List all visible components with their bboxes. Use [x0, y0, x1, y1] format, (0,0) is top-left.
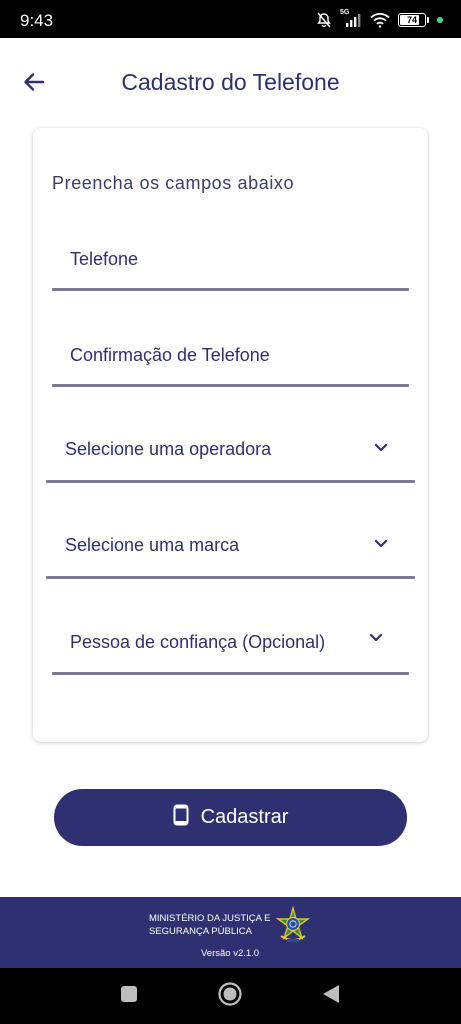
- phone-field-label: Telefone: [70, 249, 139, 269]
- brand-select[interactable]: Selecione uma marca: [46, 514, 415, 579]
- submit-button[interactable]: Cadastrar: [54, 789, 407, 846]
- battery-tip: [427, 17, 429, 23]
- carrier-select-underline: [46, 480, 415, 483]
- phone-field-underline: [52, 288, 409, 291]
- privacy-dot-icon: [437, 17, 443, 23]
- status-bar: 9:43 5G 74: [0, 0, 461, 38]
- status-icons: 5G 74: [316, 9, 443, 31]
- page-title: Cadastro do Telefone: [121, 69, 340, 95]
- app-version: Versão v2.1.0: [201, 948, 260, 959]
- footer-org-line2: SEGURANÇA PÚBLICA: [149, 926, 252, 937]
- phone-confirmation-field[interactable]: Confirmação de Telefone: [52, 324, 409, 387]
- smartphone-icon: [173, 804, 189, 831]
- network-type: 5G: [340, 9, 350, 16]
- recents-button[interactable]: [115, 982, 143, 1010]
- trusted-person-underline: [52, 672, 409, 675]
- phone-confirmation-label: Confirmação de Telefone: [70, 345, 270, 365]
- trusted-person-select[interactable]: Pessoa de confiança (Opcional): [52, 611, 409, 675]
- home-button[interactable]: [216, 981, 244, 1012]
- phone-confirmation-underline: [52, 384, 409, 387]
- system-nav-bar: [0, 968, 461, 1024]
- chevron-down-icon: [368, 630, 384, 646]
- coat-of-arms-icon: [273, 905, 313, 951]
- brand-select-label: Selecione uma marca: [65, 535, 240, 555]
- form-card: Preencha os campos abaixo Telefone Confi…: [33, 128, 428, 742]
- battery-icon: 74: [398, 13, 426, 27]
- submit-button-label: Cadastrar: [200, 806, 289, 828]
- trusted-person-label: Pessoa de confiança (Opcional): [70, 632, 326, 652]
- status-time: 9:43: [20, 11, 54, 30]
- battery-level: 74: [406, 15, 417, 25]
- bell-off-icon: [316, 12, 332, 28]
- carrier-select-label: Selecione uma operadora: [65, 439, 272, 459]
- phone-field[interactable]: Telefone: [52, 228, 409, 291]
- form-heading: Preencha os campos abaixo: [52, 173, 295, 193]
- chevron-down-icon: [373, 440, 389, 456]
- home-circle-icon: [217, 981, 243, 1012]
- footer: MINISTÉRIO DA JUSTIÇA E SEGURANÇA PÚBLIC…: [0, 897, 461, 968]
- carrier-select[interactable]: Selecione uma operadora: [46, 418, 415, 483]
- back-nav-button[interactable]: [317, 982, 345, 1010]
- chevron-down-icon: [373, 536, 389, 552]
- brand-select-underline: [46, 576, 415, 579]
- footer-org-line1: MINISTÉRIO DA JUSTIÇA E: [149, 913, 271, 924]
- footer-organization: MINISTÉRIO DA JUSTIÇA E SEGURANÇA PÚBLIC…: [149, 912, 279, 938]
- wifi-icon: [370, 12, 390, 28]
- app-bar: Cadastro do Telefone: [0, 38, 461, 128]
- back-triangle-icon: [322, 984, 340, 1009]
- recents-square-icon: [120, 985, 138, 1008]
- signal-icon: 5G: [340, 9, 362, 28]
